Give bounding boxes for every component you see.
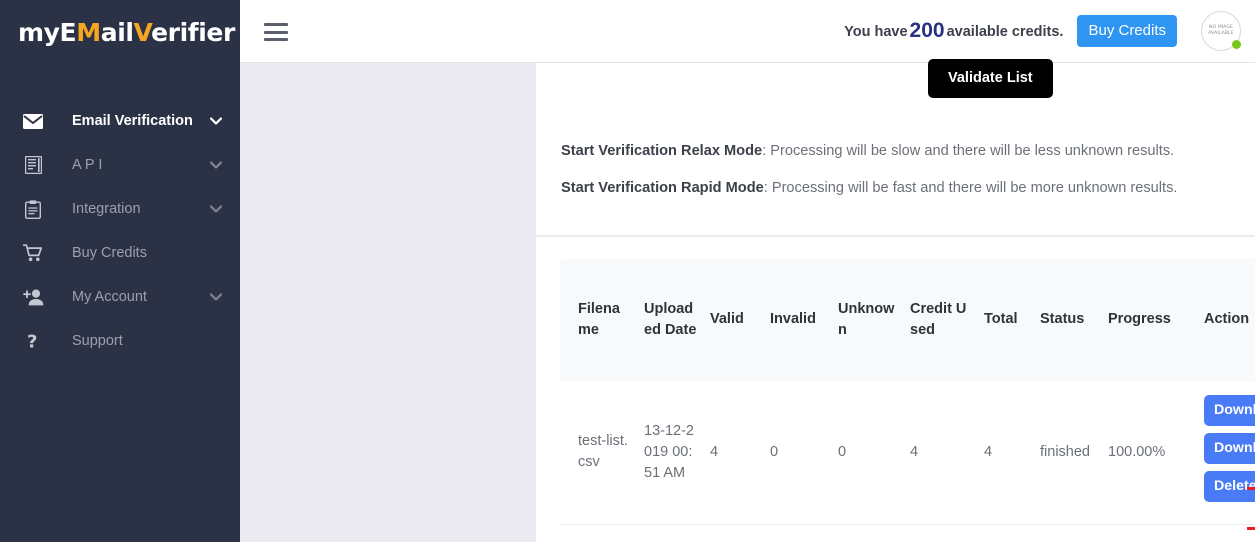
sidebar-label-integration: Integration — [72, 201, 141, 217]
cell-total: 4 — [978, 381, 1034, 525]
clipboard-icon — [20, 199, 46, 219]
hamburger-icon[interactable] — [264, 23, 288, 41]
table-body: test-list.csv 13-12-2019 00:51 AM 4 0 0 … — [560, 381, 1255, 525]
col-header-valid[interactable]: Valid — [704, 259, 764, 381]
brand-accent-v: V — [133, 18, 152, 47]
col-header-uploaded-date[interactable]: Uploaded Date — [638, 259, 704, 381]
sidebar: myEMailVerifier Email Verification A P I — [0, 0, 240, 542]
chevron-down-icon[interactable] — [210, 205, 222, 213]
credits-count: 200 — [909, 19, 945, 42]
top-bar: You have200 available credits. Buy Credit… — [240, 0, 1255, 63]
download-txt-csv-button[interactable]: Download (TXT/CSV) — [1204, 395, 1255, 427]
lists-table-wrap: Filename Uploaded Date Valid Invalid Unk… — [560, 259, 1255, 525]
chevron-down-icon[interactable] — [210, 117, 222, 125]
sidebar-item-buy-credits[interactable]: Buy Credits — [0, 231, 240, 275]
sidebar-item-api[interactable]: A P I — [0, 143, 240, 187]
col-header-status[interactable]: Status — [1034, 259, 1102, 381]
lists-table: Filename Uploaded Date Valid Invalid Unk… — [560, 259, 1255, 525]
validate-list-button[interactable]: Validate List — [928, 59, 1053, 98]
relax-mode-line: Start Verification Relax Mode: Processin… — [561, 143, 1255, 159]
brand-accent-m: M — [76, 18, 101, 47]
cart-icon — [20, 244, 46, 262]
brand-part2: ail — [100, 18, 134, 47]
col-header-credit-used[interactable]: Credit Used — [904, 259, 978, 381]
relax-mode-text: : Processing will be slow and there will… — [762, 143, 1175, 159]
cell-actions: Download (TXT/CSV) Download (XLSX) Delet… — [1198, 381, 1255, 525]
col-header-action: Action — [1198, 259, 1255, 381]
col-header-total[interactable]: Total — [978, 259, 1034, 381]
hamburger-bar — [264, 23, 288, 26]
chevron-down-icon[interactable] — [210, 161, 222, 169]
sidebar-label-my-account: My Account — [72, 289, 147, 305]
status-online-dot — [1232, 40, 1241, 49]
cell-status: finished — [1034, 381, 1102, 525]
svg-text:?: ? — [27, 332, 37, 351]
sidebar-nav: Email Verification A P I Integration Buy… — [0, 65, 240, 363]
rapid-mode-label: Start Verification Rapid Mode — [561, 180, 764, 196]
buy-credits-button[interactable]: Buy Credits — [1077, 15, 1177, 47]
topbar-right-group: You have200 available credits. Buy Credit… — [844, 11, 1241, 51]
rapid-mode-line: Start Verification Rapid Mode: Processin… — [561, 180, 1255, 196]
brand-logo-text: myEMailVerifier — [18, 18, 235, 47]
verification-options-card: Validate List Start Verification Relax M… — [536, 59, 1255, 235]
credits-status: You have200 available credits. — [844, 19, 1063, 43]
col-header-unknown[interactable]: Unknown — [832, 259, 904, 381]
hamburger-bar — [264, 38, 288, 41]
avatar[interactable]: NO IMAGE AVAILABLE — [1201, 11, 1241, 51]
cell-unknown: 0 — [832, 381, 904, 525]
mail-icon — [20, 113, 46, 129]
cell-credit-used: 4 — [904, 381, 978, 525]
sidebar-label-support: Support — [72, 333, 123, 349]
question-mark-icon: ? — [20, 332, 46, 351]
book-icon — [20, 156, 46, 174]
cell-uploaded-date: 13-12-2019 00:51 AM — [638, 381, 704, 525]
sidebar-label-buy-credits: Buy Credits — [72, 245, 147, 261]
page-scroll-body: Validate List Start Verification Relax M… — [240, 59, 1255, 542]
col-header-filename[interactable]: Filename — [560, 259, 638, 381]
sidebar-item-support[interactable]: ? Support — [0, 319, 240, 363]
brand-part3: erifier — [151, 18, 235, 47]
cell-progress: 100.00% — [1102, 381, 1198, 525]
sidebar-label-email-verification: Email Verification — [72, 113, 193, 129]
brand-part1: myE — [18, 18, 77, 47]
sidebar-item-email-verification[interactable]: Email Verification — [0, 99, 240, 143]
mode-descriptions: Start Verification Relax Mode: Processin… — [561, 143, 1255, 217]
sidebar-label-api: A P I — [72, 157, 103, 173]
credits-suffix: available credits. — [946, 24, 1064, 40]
action-button-stack: Download (TXT/CSV) Download (XLSX) Delet… — [1204, 395, 1255, 509]
chevron-down-icon[interactable] — [210, 293, 222, 301]
hamburger-bar — [264, 30, 288, 34]
relax-mode-label: Start Verification Relax Mode — [561, 143, 763, 159]
sidebar-item-integration[interactable]: Integration — [0, 187, 240, 231]
cell-invalid: 0 — [764, 381, 832, 525]
delete-button[interactable]: Delete — [1204, 471, 1255, 503]
col-header-progress[interactable]: Progress — [1102, 259, 1198, 381]
avatar-line2: AVAILABLE — [1208, 31, 1234, 36]
brand-logo[interactable]: myEMailVerifier — [0, 0, 240, 65]
person-add-icon — [20, 289, 46, 306]
main-area: You have200 available credits. Buy Credit… — [240, 0, 1255, 542]
col-header-invalid[interactable]: Invalid — [764, 259, 832, 381]
credits-prefix: You have — [844, 24, 908, 40]
cell-filename: test-list.csv — [560, 381, 638, 525]
lists-table-card: ▲ Filename Uploaded Date Valid Invalid U… — [536, 236, 1255, 542]
sidebar-item-my-account[interactable]: My Account — [0, 275, 240, 319]
table-row: test-list.csv 13-12-2019 00:51 AM 4 0 0 … — [560, 381, 1255, 525]
rapid-mode-text: : Processing will be fast and there will… — [763, 180, 1178, 196]
download-xlsx-button[interactable]: Download (XLSX) — [1204, 433, 1255, 465]
cell-valid: 4 — [704, 381, 764, 525]
table-head: Filename Uploaded Date Valid Invalid Unk… — [560, 259, 1255, 381]
table-header-row: Filename Uploaded Date Valid Invalid Unk… — [560, 259, 1255, 381]
